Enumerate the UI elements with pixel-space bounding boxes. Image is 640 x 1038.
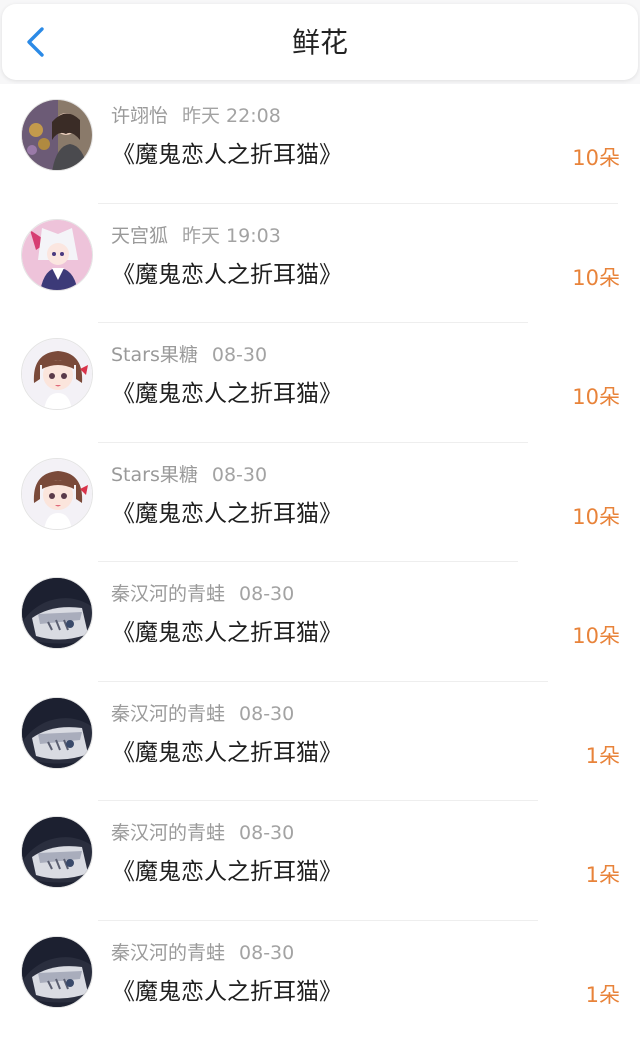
flower-count: 1朵 (585, 743, 620, 768)
sender-meta: Stars果糖 08-30 (111, 343, 267, 367)
sender-name[interactable]: 秦汉河的青蛙 (111, 583, 225, 605)
sender-name[interactable]: 秦汉河的青蛙 (111, 942, 225, 964)
flower-count: 1朵 (585, 863, 620, 887)
sender-meta: 秦汉河的青蛙 08-30 (111, 821, 294, 845)
photo-avatar[interactable] (21, 99, 93, 171)
anime-dark-avatar[interactable] (21, 935, 93, 1008)
sender-name[interactable]: 天宫狐 (111, 225, 168, 247)
work-title[interactable]: 《魔鬼恋人之折耳猫》 (112, 499, 342, 529)
send-time: 08-30 (239, 941, 295, 964)
sender-name[interactable]: 许翊怡 (111, 105, 168, 127)
list-item[interactable]: Stars果糖 08-30 《魔鬼恋人之折耳猫》 10朵 (0, 443, 640, 562)
send-time: 08-30 (211, 344, 268, 366)
anime-dark-avatar[interactable] (21, 816, 93, 888)
send-time: 08-30 (239, 822, 295, 844)
list-item[interactable]: 秦汉河的青蛙 08-30 《魔鬼恋人之折耳猫》 1朵 (0, 801, 640, 921)
anime-girl-avatar[interactable] (21, 338, 93, 410)
list-item[interactable]: 秦汉河的青蛙 08-30 《魔鬼恋人之折耳猫》 1朵 (0, 921, 640, 1038)
flower-list-screen: 鲜花 许翊怡 昨天 22:08 《魔鬼恋人之折耳猫》 10朵 天宫狐 昨天 19… (0, 0, 640, 1038)
sender-name[interactable]: 秦汉河的青蛙 (111, 703, 225, 725)
work-title[interactable]: 《魔鬼恋人之折耳猫》 (112, 140, 342, 170)
work-title[interactable]: 《魔鬼恋人之折耳猫》 (112, 977, 342, 1007)
list-item[interactable]: 许翊怡 昨天 22:08 《魔鬼恋人之折耳猫》 10朵 (0, 84, 640, 204)
sender-name[interactable]: Stars果糖 (111, 464, 198, 486)
sender-meta: 许翊怡 昨天 22:08 (111, 104, 281, 128)
work-title[interactable]: 《魔鬼恋人之折耳猫》 (112, 857, 342, 887)
list-item[interactable]: Stars果糖 08-30 《魔鬼恋人之折耳猫》 10朵 (0, 323, 640, 443)
sender-meta: 秦汉河的青蛙 08-30 (111, 702, 294, 726)
send-time: 昨天 19:03 (182, 224, 281, 247)
work-title[interactable]: 《魔鬼恋人之折耳猫》 (112, 738, 342, 768)
flower-count: 10朵 (572, 385, 620, 409)
flower-count: 10朵 (572, 265, 620, 290)
top-navigation-bar: 鲜花 (2, 4, 638, 80)
flower-record-list: 许翊怡 昨天 22:08 《魔鬼恋人之折耳猫》 10朵 天宫狐 昨天 19:03… (0, 84, 640, 1038)
sender-name[interactable]: Stars果糖 (111, 344, 198, 366)
anime-fox-avatar[interactable] (21, 218, 93, 291)
page-title: 鲜花 (291, 26, 348, 59)
sender-name[interactable]: 秦汉河的青蛙 (111, 822, 225, 844)
list-item[interactable]: 天宫狐 昨天 19:03 《魔鬼恋人之折耳猫》 10朵 (0, 204, 640, 323)
anime-dark-avatar[interactable] (21, 696, 93, 769)
flower-count: 10朵 (572, 146, 620, 170)
sender-meta: 天宫狐 昨天 19:03 (111, 224, 281, 248)
flower-count: 10朵 (572, 624, 620, 648)
send-time: 08-30 (211, 463, 268, 486)
anime-dark-avatar[interactable] (21, 577, 93, 649)
list-item[interactable]: 秦汉河的青蛙 08-30 《魔鬼恋人之折耳猫》 1朵 (0, 682, 640, 801)
send-time: 08-30 (239, 702, 295, 725)
sender-meta: Stars果糖 08-30 (111, 463, 267, 487)
send-time: 昨天 22:08 (182, 105, 281, 127)
anime-girl-avatar[interactable] (21, 457, 93, 530)
list-item[interactable]: 秦汉河的青蛙 08-30 《魔鬼恋人之折耳猫》 10朵 (0, 562, 640, 682)
sender-meta: 秦汉河的青蛙 08-30 (111, 941, 294, 965)
flower-count: 1朵 (585, 982, 620, 1007)
work-title[interactable]: 《魔鬼恋人之折耳猫》 (112, 260, 342, 290)
send-time: 08-30 (239, 583, 295, 605)
flower-count: 10朵 (572, 504, 620, 529)
work-title[interactable]: 《魔鬼恋人之折耳猫》 (112, 618, 342, 648)
work-title[interactable]: 《魔鬼恋人之折耳猫》 (112, 379, 342, 409)
sender-meta: 秦汉河的青蛙 08-30 (111, 582, 294, 606)
